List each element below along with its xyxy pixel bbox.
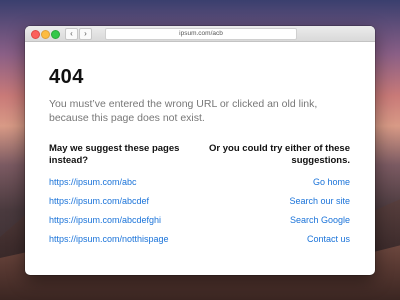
suggested-link-abcdef[interactable]: https://ipsum.com/abcdef (49, 196, 199, 215)
suggested-link-notthispage[interactable]: https://ipsum.com/notthispage (49, 234, 199, 253)
alternative-actions-heading: Or you could try either of these suggest… (209, 143, 350, 166)
chevron-right-icon: › (84, 29, 87, 38)
search-site-link[interactable]: Search our site (200, 196, 350, 215)
chevron-left-icon: ‹ (70, 29, 73, 38)
suggested-link-abcdefghi[interactable]: https://ipsum.com/abcdefghi (49, 215, 199, 234)
error-content: 404 You must’ve entered the wrong URL or… (49, 66, 351, 125)
error-code: 404 (49, 66, 84, 88)
suggested-link-abc[interactable]: https://ipsum.com/abc (49, 177, 199, 196)
close-window-button[interactable] (31, 30, 40, 39)
contact-us-link[interactable]: Contact us (200, 234, 350, 253)
address-bar[interactable]: ipsum.com/acb (105, 28, 297, 40)
forward-button[interactable]: › (79, 28, 92, 40)
go-home-link[interactable]: Go home (200, 177, 350, 196)
minimize-window-button[interactable] (41, 30, 50, 39)
browser-toolbar: ‹ › ipsum.com/acb (25, 26, 375, 42)
suggested-pages-heading: May we suggest these pages instead? (49, 143, 180, 166)
browser-window: ‹ › ipsum.com/acb 404 You must’ve entere… (25, 26, 375, 275)
search-google-link[interactable]: Search Google (200, 215, 350, 234)
back-button[interactable]: ‹ (65, 28, 78, 40)
suggested-pages: May we suggest these pages instead? http… (49, 143, 199, 253)
address-bar-url: ipsum.com/acb (179, 30, 223, 37)
suggestions-section: May we suggest these pages instead? http… (49, 143, 350, 253)
alternative-actions: Or you could try either of these suggest… (200, 143, 350, 253)
error-message: You must’ve entered the wrong URL or cli… (49, 98, 318, 124)
zoom-window-button[interactable] (51, 30, 60, 39)
